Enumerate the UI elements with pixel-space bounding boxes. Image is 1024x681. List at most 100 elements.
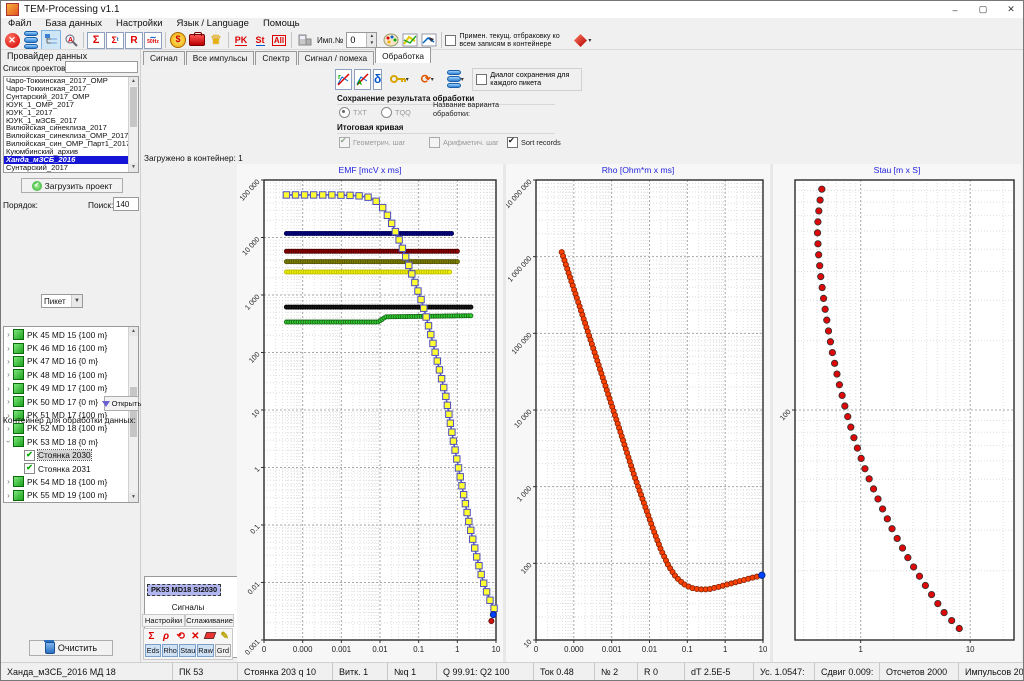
chart-splitter-2[interactable] xyxy=(770,164,773,662)
tree-child-node[interactable]: ✔Стоянка 2030 xyxy=(4,449,129,462)
menu-База данных[interactable]: База данных xyxy=(38,18,109,30)
delta-button[interactable]: δ xyxy=(373,69,382,90)
tree-child-node[interactable]: ✔Стоянка 2031 xyxy=(4,462,129,475)
expand-icon[interactable]: › xyxy=(4,384,13,393)
save-db-dropdown-icon[interactable]: ▾ xyxy=(461,76,464,83)
project-list[interactable]: Чаро-Токкинская_2017_ОМРЧаро-Токкинская_… xyxy=(3,76,139,173)
minimize-button[interactable]: – xyxy=(941,1,969,18)
delete-button[interactable]: ✕ xyxy=(3,31,21,49)
geometric-checkbox[interactable] xyxy=(339,137,350,148)
sum-time-button[interactable]: Σt xyxy=(106,31,124,49)
expand-icon[interactable]: › xyxy=(4,424,13,433)
tree-node[interactable]: ›PK 49 MD 17 {100 m} xyxy=(4,382,129,395)
menu-Файл[interactable]: Файл xyxy=(1,18,38,30)
txt-radio[interactable] xyxy=(339,107,350,118)
expand-icon[interactable]: › xyxy=(4,491,13,500)
apply-rejection-checkbox[interactable] xyxy=(445,35,456,46)
tree-node[interactable]: ›PK 55 MD 19 {100 m} xyxy=(4,489,129,502)
menu-Язык / Language[interactable]: Язык / Language xyxy=(170,18,256,30)
menu-Помощь[interactable]: Помощь xyxy=(256,18,307,30)
imp-number-spinner[interactable]: 0 ▲▼ xyxy=(346,32,377,48)
eraser-icon[interactable] xyxy=(203,632,218,641)
tree-node[interactable]: ›PK 48 MD 16 {100 m} xyxy=(4,368,129,381)
search-button[interactable]: А xyxy=(62,31,80,49)
tab-Спектр[interactable]: Спектр xyxy=(255,51,296,65)
tree-node[interactable]: ›PK 54 MD 18 {100 m} xyxy=(4,475,129,488)
emf-chart[interactable]: 00.0000.0010.010.1110100 00010 0001 0001… xyxy=(237,176,503,662)
sort-records-checkbox[interactable] xyxy=(507,137,518,148)
tree-node[interactable]: ›PK 45 MD 15 {100 m} xyxy=(4,328,129,341)
expand-icon[interactable]: › xyxy=(4,357,13,366)
tree-node[interactable]: ›PK 47 MD 16 {0 m} xyxy=(4,355,129,368)
device-button[interactable] xyxy=(295,31,313,49)
projects-filter-input[interactable] xyxy=(65,61,138,73)
order-select[interactable]: Пикет▼ xyxy=(41,294,83,308)
expand-icon[interactable]: › xyxy=(4,330,13,339)
key-dropdown-icon[interactable]: ▾ xyxy=(406,76,409,83)
cube-button[interactable]: ▾ xyxy=(568,31,596,49)
spinner-arrows-icon[interactable]: ▲▼ xyxy=(366,33,376,47)
menu-Настройки[interactable]: Настройки xyxy=(109,18,170,30)
clear-button[interactable]: Очистить xyxy=(29,640,113,656)
reload-db-button[interactable]: ⟳ ▾ xyxy=(414,70,440,89)
rho-chart[interactable]: 00.0000.0010.010.111010 000 0001 000 000… xyxy=(506,176,770,662)
signals-tabs: НастройкиСглаживание xyxy=(142,614,234,627)
crown-button[interactable]: ♛ xyxy=(207,31,225,49)
resistance-button[interactable]: R xyxy=(125,31,143,49)
tree-node[interactable]: ›PK 53 MD 18 {0 m} xyxy=(4,435,129,448)
station-check-icon: ✔ xyxy=(24,450,35,461)
pk-button[interactable]: PK xyxy=(232,31,250,49)
rho-signal-icon[interactable]: ρ xyxy=(159,631,174,642)
reload-dropdown-icon[interactable]: ▾ xyxy=(431,76,434,83)
container-entry[interactable]: PK53 MD18 St2030 xyxy=(147,584,221,596)
load-project-button[interactable]: ✔ Загрузить проект xyxy=(21,178,123,193)
close-button[interactable]: ✕ xyxy=(997,1,1024,18)
tab-Все импульсы[interactable]: Все импульсы xyxy=(186,51,255,65)
project-list-scrollbar[interactable]: ▲▼ xyxy=(128,77,138,172)
save-db-button[interactable]: ▾ xyxy=(442,70,468,89)
tree-view-button[interactable] xyxy=(41,30,61,50)
chart-splitter-1[interactable] xyxy=(503,164,506,662)
signal-button-Raw[interactable]: Raw xyxy=(197,644,214,657)
filter-50hz-button[interactable]: ∼50Hz xyxy=(144,31,162,49)
collapse-icon[interactable]: › xyxy=(4,437,13,446)
all-button[interactable]: All xyxy=(270,31,288,49)
project-item[interactable]: Сунтарский_2017 xyxy=(4,164,129,172)
expand-icon[interactable]: › xyxy=(4,397,13,406)
signal-button-Eds[interactable]: Eds xyxy=(145,644,161,657)
delete-signal-icon[interactable]: ✕ xyxy=(188,631,203,642)
signal-button-Rho[interactable]: Rho xyxy=(162,644,178,657)
expand-icon[interactable]: › xyxy=(4,344,13,353)
expand-icon[interactable]: › xyxy=(4,370,13,379)
expand-icon[interactable]: › xyxy=(4,477,13,486)
pencil-icon[interactable]: ✎ xyxy=(217,631,232,642)
cost-button[interactable]: $ xyxy=(169,31,187,49)
tree-node[interactable]: ›PK 56 MD 19 {0 m} xyxy=(4,502,129,503)
refresh-signal-icon[interactable]: ⟲ xyxy=(173,631,188,642)
signal-button-Grd[interactable]: Grd xyxy=(215,644,231,657)
st-button[interactable]: St xyxy=(251,31,269,49)
open-button[interactable]: Открыть xyxy=(104,396,139,411)
svg-text:10 000 000: 10 000 000 xyxy=(503,177,534,210)
toolbox-button[interactable] xyxy=(188,31,206,49)
cube-dropdown-icon[interactable]: ▾ xyxy=(588,37,591,44)
save-dialog-checkbox[interactable] xyxy=(476,74,487,85)
signals-tab-Сглаживание[interactable]: Сглаживание xyxy=(185,614,234,627)
chart-reject-r-button[interactable]: г xyxy=(335,69,352,90)
signals-tab-Настройки[interactable]: Настройки xyxy=(142,614,185,627)
sum-button[interactable]: Σ xyxy=(87,31,105,49)
sum-signal-icon[interactable]: Σ xyxy=(144,631,159,642)
tab-Сигнал / помеха[interactable]: Сигнал / помеха xyxy=(298,51,375,65)
signal-button-Stau[interactable]: Stau xyxy=(179,644,196,657)
maximize-button[interactable]: ▢ xyxy=(969,1,997,18)
tab-Обработка[interactable]: Обработка xyxy=(375,47,431,63)
tqq-radio[interactable] xyxy=(381,107,392,118)
chart-reject-a-button[interactable]: А xyxy=(354,69,371,90)
arithmetic-checkbox[interactable] xyxy=(429,137,440,148)
database-button[interactable] xyxy=(22,31,40,49)
stau-chart[interactable]: 110100 xyxy=(773,176,1021,662)
search-input[interactable] xyxy=(113,197,139,211)
key-button[interactable]: ▾ xyxy=(386,70,412,89)
tab-Сигнал[interactable]: Сигнал xyxy=(143,51,185,65)
tree-node[interactable]: ›PK 46 MD 16 {100 m} xyxy=(4,341,129,354)
